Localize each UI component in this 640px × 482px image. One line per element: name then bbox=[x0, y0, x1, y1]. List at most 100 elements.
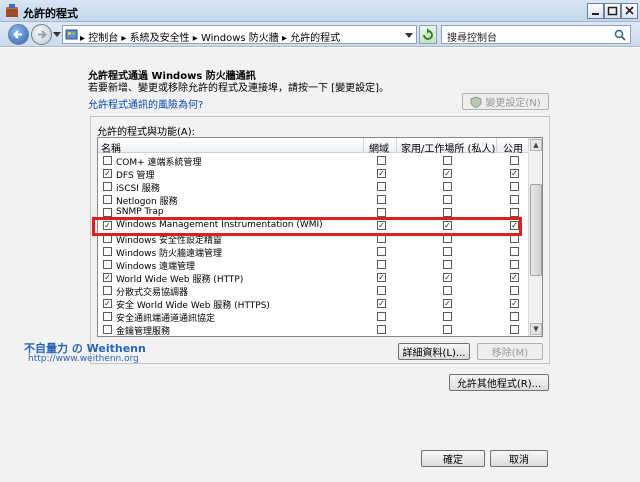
forward-button[interactable] bbox=[31, 24, 52, 45]
table-row[interactable]: ✓ 安全 World Wide Web 服務 (HTTPS) ✓ ✓ ✓ bbox=[98, 297, 528, 311]
close-button[interactable] bbox=[621, 3, 638, 19]
firewall-icon bbox=[6, 4, 18, 17]
private-checkbox[interactable]: ✓ bbox=[443, 169, 452, 178]
domain-checkbox[interactable] bbox=[377, 312, 386, 321]
program-enable-checkbox[interactable] bbox=[103, 260, 112, 269]
public-checkbox[interactable] bbox=[510, 325, 519, 334]
public-checkbox[interactable]: ✓ bbox=[510, 169, 519, 178]
program-name: 金鑰管理服務 bbox=[116, 327, 171, 337]
programs-list[interactable]: 名稱 網域 家用/工作場所 (私人) 公用 COM+ 遠端系統管理 ✓ DFS 管理… bbox=[97, 137, 543, 337]
domain-checkbox[interactable] bbox=[377, 325, 386, 334]
public-checkbox[interactable]: ✓ bbox=[510, 299, 519, 308]
ok-button[interactable]: 確定 bbox=[421, 450, 485, 467]
program-name: SNMP Trap bbox=[116, 207, 164, 217]
domain-checkbox[interactable] bbox=[377, 260, 386, 269]
domain-checkbox[interactable] bbox=[377, 195, 386, 204]
program-enable-checkbox[interactable] bbox=[103, 208, 112, 217]
domain-checkbox[interactable] bbox=[377, 286, 386, 295]
maximize-button[interactable] bbox=[604, 3, 621, 19]
domain-checkbox[interactable]: ✓ bbox=[377, 169, 386, 178]
private-checkbox[interactable] bbox=[443, 260, 452, 269]
public-checkbox[interactable] bbox=[510, 182, 519, 191]
title-bar: 允許的程式 bbox=[0, 0, 640, 22]
column-header-public[interactable]: 公用 bbox=[503, 140, 523, 155]
public-checkbox[interactable] bbox=[510, 195, 519, 204]
search-input[interactable]: 搜尋控制台 bbox=[441, 25, 631, 44]
breadcrumb[interactable]: ▸ 控制台 ▸ 系統及安全性 ▸ Windows 防火牆 ▸ 允許的程式 bbox=[62, 25, 417, 44]
allowed-programs-label: 允許的程式與功能(A): bbox=[97, 127, 196, 138]
back-button[interactable] bbox=[8, 24, 29, 45]
highlight-box bbox=[92, 217, 522, 236]
program-enable-checkbox[interactable] bbox=[103, 286, 112, 295]
public-checkbox[interactable] bbox=[510, 156, 519, 165]
table-row[interactable]: ✓ DFS 管理 ✓ ✓ ✓ bbox=[98, 167, 528, 181]
private-checkbox[interactable] bbox=[443, 208, 452, 217]
table-row[interactable]: Windows 遠端管理 bbox=[98, 258, 528, 272]
private-checkbox[interactable] bbox=[443, 312, 452, 321]
private-checkbox[interactable] bbox=[443, 325, 452, 334]
private-checkbox[interactable] bbox=[443, 195, 452, 204]
table-row[interactable]: Netlogon 服務 bbox=[98, 193, 528, 207]
program-enable-checkbox[interactable] bbox=[103, 182, 112, 191]
chevron-down-icon[interactable] bbox=[405, 33, 413, 38]
program-enable-checkbox[interactable]: ✓ bbox=[103, 169, 112, 178]
scroll-up-icon[interactable]: ▲ bbox=[530, 139, 542, 151]
address-bar: ▸ 控制台 ▸ 系統及安全性 ▸ Windows 防火牆 ▸ 允許的程式 搜尋控… bbox=[0, 22, 640, 47]
search-icon[interactable] bbox=[614, 29, 626, 41]
allow-other-program-button[interactable]: 允許其他程式(R)... bbox=[449, 374, 549, 391]
column-header-domain[interactable]: 網域 bbox=[369, 140, 389, 155]
public-checkbox[interactable] bbox=[510, 286, 519, 295]
breadcrumb-path: ▸ 控制台 ▸ 系統及安全性 ▸ Windows 防火牆 ▸ 允許的程式 bbox=[80, 33, 341, 44]
maximize-icon bbox=[607, 6, 618, 16]
domain-checkbox[interactable] bbox=[377, 208, 386, 217]
refresh-button[interactable] bbox=[419, 25, 437, 44]
private-checkbox[interactable] bbox=[443, 182, 452, 191]
program-enable-checkbox[interactable]: ✓ bbox=[103, 299, 112, 308]
table-row[interactable]: ✓ World Wide Web 服務 (HTTP) ✓ ✓ ✓ bbox=[98, 271, 528, 285]
program-enable-checkbox[interactable] bbox=[103, 195, 112, 204]
change-settings-button[interactable]: 變更設定(N) bbox=[462, 93, 549, 110]
chevron-down-icon[interactable] bbox=[53, 32, 61, 38]
table-row[interactable]: 安全通訊端通道通訊協定 bbox=[98, 310, 528, 324]
domain-checkbox[interactable] bbox=[377, 182, 386, 191]
private-checkbox[interactable] bbox=[443, 247, 452, 256]
column-header-private[interactable]: 家用/工作場所 (私人) bbox=[401, 140, 495, 155]
domain-checkbox[interactable] bbox=[377, 156, 386, 165]
private-checkbox[interactable] bbox=[443, 156, 452, 165]
list-scrollbar[interactable]: ▲ ▼ bbox=[528, 138, 542, 336]
minimize-button[interactable] bbox=[587, 3, 604, 19]
risk-help-link[interactable]: 允許程式通訊的風險為何? bbox=[88, 96, 203, 111]
table-row[interactable]: COM+ 遠端系統管理 bbox=[98, 154, 528, 168]
table-row[interactable]: 分散式交易協調器 bbox=[98, 284, 528, 298]
private-checkbox[interactable]: ✓ bbox=[443, 273, 452, 282]
program-enable-checkbox[interactable]: ✓ bbox=[103, 273, 112, 282]
close-icon bbox=[625, 6, 634, 15]
remove-button[interactable]: 移除(M) bbox=[477, 343, 543, 360]
public-checkbox[interactable] bbox=[510, 260, 519, 269]
program-enable-checkbox[interactable] bbox=[103, 312, 112, 321]
back-arrow-icon bbox=[13, 30, 22, 39]
public-checkbox[interactable] bbox=[510, 312, 519, 321]
scrollbar-thumb[interactable] bbox=[530, 184, 542, 276]
public-checkbox[interactable] bbox=[510, 247, 519, 256]
column-header-name[interactable]: 名稱 bbox=[101, 140, 121, 155]
details-button[interactable]: 詳細資料(L)... bbox=[398, 343, 470, 360]
table-row[interactable]: 金鑰管理服務 bbox=[98, 323, 528, 336]
public-checkbox[interactable] bbox=[510, 208, 519, 217]
domain-checkbox[interactable] bbox=[377, 247, 386, 256]
domain-checkbox[interactable]: ✓ bbox=[377, 273, 386, 282]
private-checkbox[interactable]: ✓ bbox=[443, 299, 452, 308]
table-row[interactable]: iSCSI 服務 bbox=[98, 180, 528, 194]
program-enable-checkbox[interactable] bbox=[103, 156, 112, 165]
page-description: 若要新增、變更或移除允許的程式及連接埠，請按一下 [變更設定]。 bbox=[88, 83, 389, 94]
private-checkbox[interactable] bbox=[443, 286, 452, 295]
public-checkbox[interactable]: ✓ bbox=[510, 273, 519, 282]
cancel-button[interactable]: 取消 bbox=[490, 450, 548, 467]
scroll-down-icon[interactable]: ▼ bbox=[530, 323, 542, 335]
header-divider bbox=[396, 138, 397, 153]
shield-icon bbox=[470, 95, 482, 108]
table-row[interactable]: Windows 防火牆遠端管理 bbox=[98, 245, 528, 259]
program-enable-checkbox[interactable] bbox=[103, 247, 112, 256]
program-enable-checkbox[interactable] bbox=[103, 325, 112, 334]
domain-checkbox[interactable]: ✓ bbox=[377, 299, 386, 308]
